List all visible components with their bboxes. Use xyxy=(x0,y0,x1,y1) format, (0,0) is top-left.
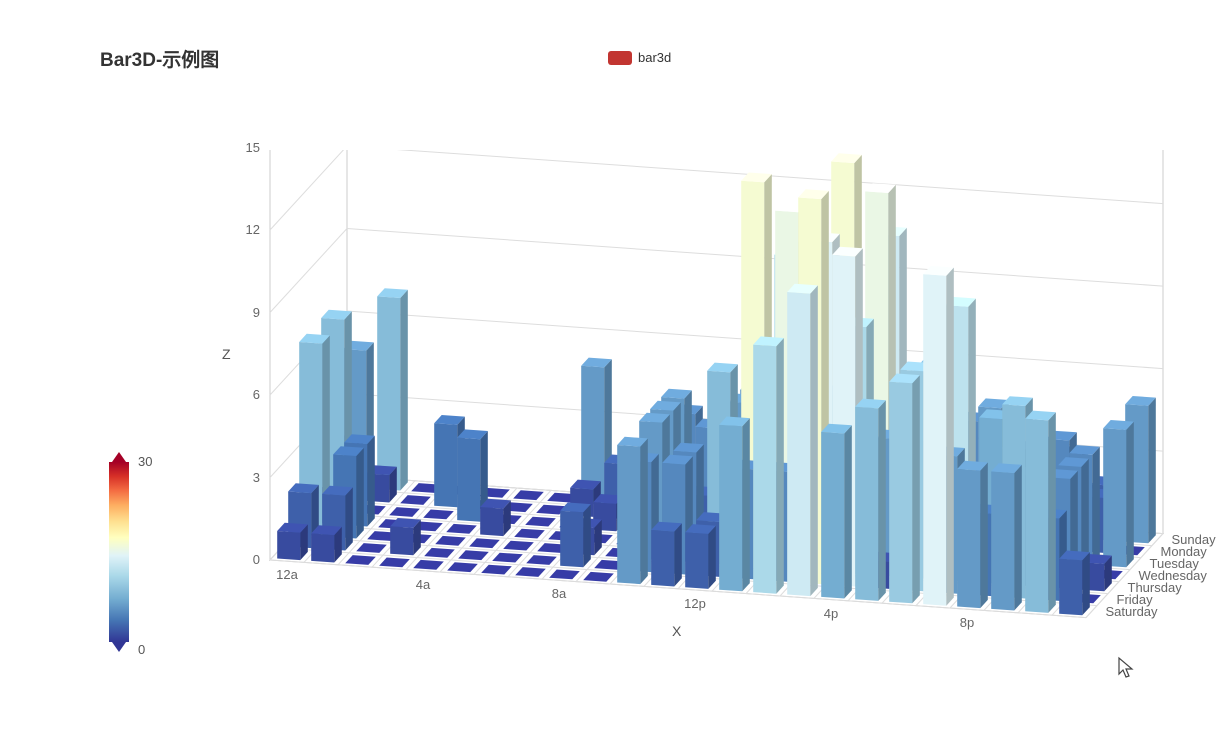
bar-side-23-0[interactable] xyxy=(1082,552,1090,615)
z-tick-0: 0 xyxy=(253,552,260,567)
bar3d-chart[interactable]: 03691215Z12a4a8a12p4p8pXSaturdayFridayTh… xyxy=(190,150,1170,680)
bar-front-3-1[interactable] xyxy=(390,526,413,555)
bar-front-0-0[interactable] xyxy=(277,531,300,560)
bar-front-20-0[interactable] xyxy=(957,469,980,608)
bar-front-3-5[interactable] xyxy=(434,423,457,507)
bar-front-17-0[interactable] xyxy=(855,407,878,601)
bar-side-13-0[interactable] xyxy=(742,418,750,591)
z-tick-15: 15 xyxy=(246,140,260,155)
bar-side-21-0[interactable] xyxy=(1014,465,1022,611)
visual-map[interactable]: 30 0 xyxy=(98,452,140,652)
z-tick-3: 3 xyxy=(253,470,260,485)
bar-front-21-0[interactable] xyxy=(991,471,1014,610)
legend-item-bar3d[interactable]: bar3d xyxy=(608,50,671,65)
bar-front-4-4[interactable] xyxy=(457,438,480,522)
bar-front-5-3[interactable] xyxy=(480,507,503,536)
bar-side-1-6[interactable] xyxy=(400,290,408,491)
bar-side-23-6[interactable] xyxy=(1148,398,1156,544)
x-tick-16: 4p xyxy=(824,606,838,621)
chart-title: Bar3D-示例图 xyxy=(100,45,219,72)
bar-side-22-0[interactable] xyxy=(1048,412,1056,613)
x-tick-8: 8a xyxy=(552,586,566,601)
bar-front-23-4[interactable] xyxy=(1103,428,1126,567)
bar-front-23-0[interactable] xyxy=(1059,559,1082,616)
bar-side-18-0[interactable] xyxy=(912,375,920,603)
bar-front-11-0[interactable] xyxy=(651,530,674,587)
z-axis-label: Z xyxy=(222,346,231,362)
bar-side-12-0[interactable] xyxy=(708,526,716,589)
bar-front-12-0[interactable] xyxy=(685,532,708,589)
x-tick-12: 12p xyxy=(684,596,706,611)
bar-side-17-0[interactable] xyxy=(878,400,886,601)
visual-map-handle-max[interactable] xyxy=(112,452,126,462)
bar-front-1-0[interactable] xyxy=(311,533,334,562)
z-tick-9: 9 xyxy=(253,305,260,320)
bar-front-8-1[interactable] xyxy=(560,511,583,568)
x-tick-20: 8p xyxy=(960,615,974,630)
visual-map-gradient[interactable] xyxy=(109,462,129,642)
legend-swatch xyxy=(608,51,632,65)
bar-side-11-0[interactable] xyxy=(674,523,682,586)
bar-front-14-0[interactable] xyxy=(753,345,776,594)
bar-front-15-0[interactable] xyxy=(787,292,810,596)
bar-side-15-0[interactable] xyxy=(810,285,818,596)
z-tick-6: 6 xyxy=(253,387,260,402)
bar-side-1-2[interactable] xyxy=(356,448,364,539)
bar-front-10-0[interactable] xyxy=(617,445,640,584)
bar-side-1-1[interactable] xyxy=(345,487,353,550)
bar-front-16-0[interactable] xyxy=(821,432,844,599)
x-tick-0: 12a xyxy=(276,567,298,582)
bar-front-13-0[interactable] xyxy=(719,425,742,592)
legend-label: bar3d xyxy=(638,50,671,65)
bar-front-19-0[interactable] xyxy=(923,274,946,606)
x-axis-label: X xyxy=(672,623,681,639)
bar-side-16-0[interactable] xyxy=(844,425,852,598)
bar-side-23-4[interactable] xyxy=(1126,422,1134,568)
bar3d-canvas[interactable] xyxy=(190,150,1170,680)
bar-side-20-0[interactable] xyxy=(980,462,988,608)
x-tick-4: 4a xyxy=(416,577,430,592)
bar-side-8-1[interactable] xyxy=(583,504,591,567)
visual-map-handle-min[interactable] xyxy=(112,642,126,652)
bar-side-1-3[interactable] xyxy=(367,436,375,527)
z-tick-12: 12 xyxy=(246,222,260,237)
bar-side-14-0[interactable] xyxy=(776,338,784,594)
bar-side-22-4[interactable] xyxy=(1092,447,1100,565)
y-tick-6: Sunday xyxy=(1172,532,1216,547)
bar-side-10-0[interactable] xyxy=(640,438,648,584)
bar-front-18-0[interactable] xyxy=(889,382,912,604)
bar-side-19-0[interactable] xyxy=(946,268,954,606)
bar-front-1-6[interactable] xyxy=(377,296,400,490)
bar-front-22-0[interactable] xyxy=(1025,419,1048,613)
visual-map-max-label: 30 xyxy=(138,454,152,469)
visual-map-min-label: 0 xyxy=(138,642,145,657)
